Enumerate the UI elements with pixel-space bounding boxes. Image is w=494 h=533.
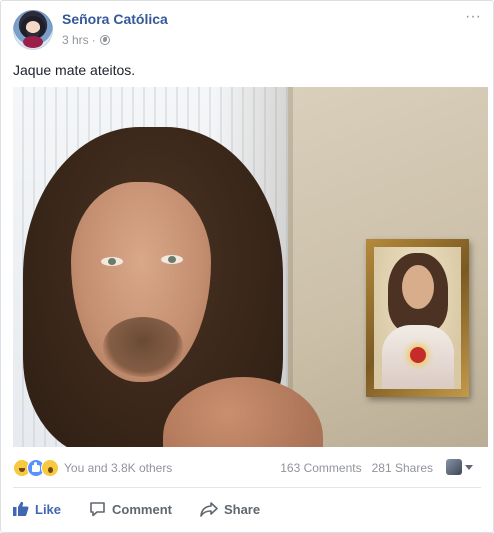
like-button[interactable]: Like xyxy=(13,501,61,517)
post-card: Señora Católica 3 hrs · ··· Jaque mate a… xyxy=(0,0,494,533)
more-options-icon[interactable]: ··· xyxy=(465,9,481,25)
reactions-summary[interactable]: You and 3.8K others xyxy=(64,461,172,475)
like-label: Like xyxy=(35,501,62,517)
post-photo[interactable] xyxy=(13,87,488,447)
post-actions: Like Comment Share xyxy=(13,495,481,523)
photo-left-eye xyxy=(101,257,123,266)
shares-count[interactable]: 281 Shares xyxy=(372,461,433,475)
chevron-down-icon xyxy=(465,464,473,470)
post-time[interactable]: 3 hrs xyxy=(62,33,89,47)
share-label: Share xyxy=(223,501,261,517)
share-button[interactable]: Share xyxy=(200,501,260,517)
reactions-bar: You and 3.8K others 163 Comments 281 Sha… xyxy=(13,459,481,477)
engagement-counts: 163 Comments 281 Shares xyxy=(280,461,433,475)
painting-face xyxy=(402,265,434,309)
share-icon xyxy=(200,502,218,517)
comment-icon xyxy=(90,502,105,517)
photo-beard xyxy=(103,317,183,377)
wow-icon xyxy=(41,459,59,477)
meta-separator: · xyxy=(91,33,96,47)
avatar-detail xyxy=(23,36,43,48)
viewer-avatar xyxy=(446,459,462,475)
reaction-icons[interactable] xyxy=(13,459,59,477)
viewer-selector[interactable] xyxy=(446,459,473,475)
comment-label: Comment xyxy=(112,501,172,517)
painting-heart xyxy=(410,347,426,363)
comments-count[interactable]: 163 Comments xyxy=(280,461,361,475)
thumbs-up-icon xyxy=(13,501,29,516)
page-avatar[interactable] xyxy=(13,10,53,50)
photo-right-eye xyxy=(161,255,183,264)
post-text: Jaque mate ateitos. xyxy=(13,62,136,78)
photo-frame-painting xyxy=(374,247,461,389)
post-header: Señora Católica 3 hrs · ··· xyxy=(13,9,483,52)
comment-button[interactable]: Comment xyxy=(89,501,172,517)
actions-divider xyxy=(13,487,481,488)
avatar-veil xyxy=(21,16,45,38)
photo-picture-frame xyxy=(366,239,469,397)
post-meta: 3 hrs · xyxy=(62,33,110,47)
page-name-link[interactable]: Señora Católica xyxy=(62,11,168,27)
globe-icon[interactable] xyxy=(99,35,110,45)
